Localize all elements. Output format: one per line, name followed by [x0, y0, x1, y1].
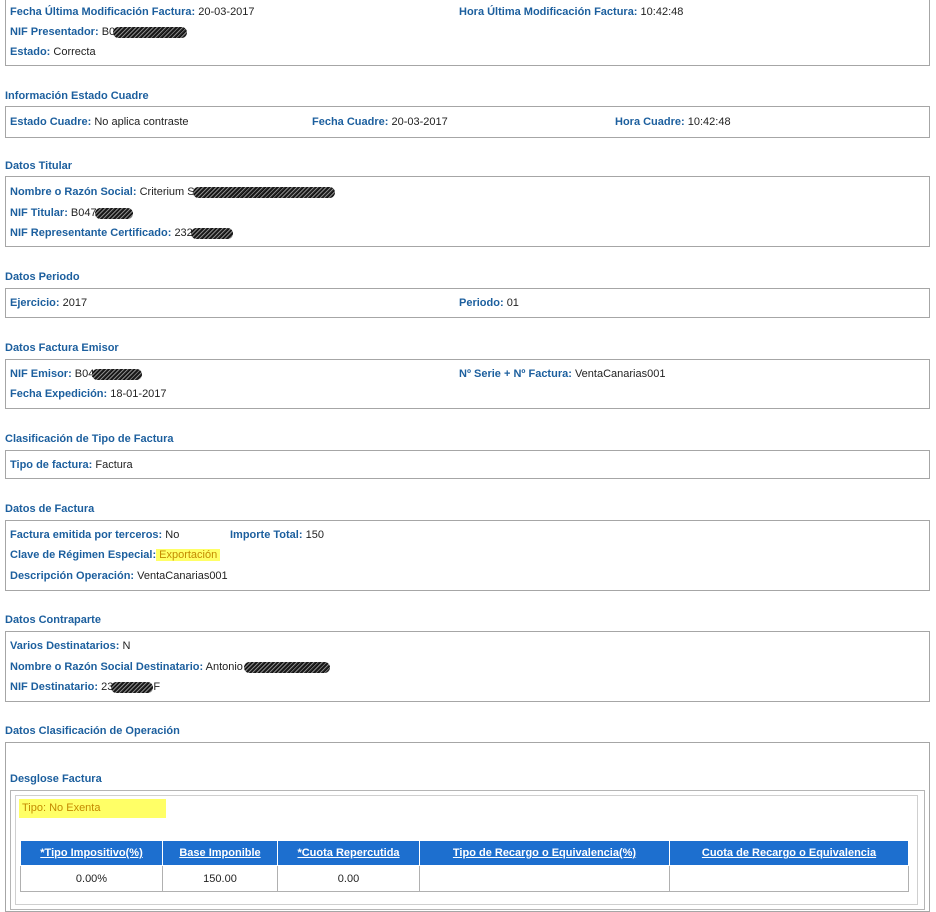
- contraparte-box: Varios Destinatarios: N Nombre o Razón S…: [5, 631, 930, 702]
- periodo-value: 01: [506, 297, 519, 309]
- hora-modificacion-value: 10:42:48: [640, 6, 684, 18]
- tipo-factura-value: Factura: [95, 459, 133, 471]
- fecha-expedicion-value: 18-01-2017: [110, 388, 167, 400]
- tipo-factura-label: Tipo de factura:: [10, 459, 93, 471]
- terceros-label: Factura emitida por terceros:: [10, 529, 163, 541]
- hora-modificacion-label: Hora Última Modificación Factura:: [459, 6, 638, 18]
- fecha-modificacion-label: Fecha Última Modificación Factura:: [10, 6, 196, 18]
- col-tipo-recargo[interactable]: Tipo de Recargo o Equivalencia(%): [419, 840, 670, 866]
- emisor-title: Datos Factura Emisor: [5, 342, 119, 354]
- redaction-mark: [111, 681, 154, 693]
- serie-factura-value: VentaCanarias001: [574, 368, 666, 380]
- clasificacion-title: Clasificación de Tipo de Factura: [5, 433, 174, 445]
- factura-box: Factura emitida por terceros: No Importe…: [5, 520, 930, 591]
- desglose-inner-inner-box: Tipo: No Exenta *Tipo Impositivo(%) Base…: [15, 795, 918, 905]
- tipo-exencion-label: Tipo:: [22, 802, 47, 814]
- nif-titular-value: B047: [70, 207, 97, 219]
- cell-cuota-repercutida: 0.00: [277, 865, 420, 892]
- varios-destinatarios-value: N: [122, 640, 131, 652]
- col-cuota-repercutida[interactable]: *Cuota Repercutida: [277, 840, 420, 866]
- clave-regimen-value: Exportación: [156, 549, 221, 561]
- redaction-mark: [92, 368, 143, 380]
- estado-cuadre-value: No aplica contraste: [94, 116, 189, 128]
- serie-factura-label: Nº Serie + Nº Factura:: [459, 368, 572, 380]
- nif-destinatario-suffix: F: [153, 681, 161, 693]
- estado-label: Estado:: [10, 46, 51, 58]
- estado-cuadre-box: Estado Cuadre: No aplica contraste Fecha…: [5, 106, 930, 138]
- operacion-box: Desglose Factura Tipo: No Exenta *Tipo I…: [5, 742, 930, 912]
- nif-emisor-label: NIF Emisor:: [10, 368, 72, 380]
- nif-representante-label: NIF Representante Certificado:: [10, 227, 172, 239]
- cell-tipo-recargo: [419, 865, 670, 892]
- emisor-box: NIF Emisor: B04 Nº Serie + Nº Factura: V…: [5, 359, 930, 409]
- estado-cuadre-label: Estado Cuadre:: [10, 116, 92, 128]
- estado-cuadre-title: Información Estado Cuadre: [5, 90, 149, 102]
- desglose-inner-box: Tipo: No Exenta *Tipo Impositivo(%) Base…: [10, 790, 925, 910]
- contraparte-title: Datos Contraparte: [5, 614, 101, 626]
- redaction-mark: [94, 207, 133, 219]
- col-cuota-recargo[interactable]: Cuota de Recargo o Equivalencia: [669, 840, 909, 866]
- varios-destinatarios-label: Varios Destinatarios:: [10, 640, 120, 652]
- periodo-box: Ejercicio: 2017 Periodo: 01: [5, 288, 930, 318]
- importe-total-label: Importe Total:: [230, 529, 303, 541]
- nombre-titular-label: Nombre o Razón Social:: [10, 186, 137, 198]
- redaction-mark: [243, 661, 330, 673]
- header-info-box: Fecha Última Modificación Factura: 20-03…: [5, 0, 930, 66]
- descripcion-label: Descripción Operación:: [10, 570, 135, 582]
- fecha-cuadre-value: 20-03-2017: [391, 116, 448, 128]
- cell-base-imponible: 150.00: [162, 865, 278, 892]
- periodo-label: Periodo:: [459, 297, 504, 309]
- terceros-value: No: [165, 529, 180, 541]
- desglose-header-row: *Tipo Impositivo(%) Base Imponible *Cuot…: [20, 840, 909, 866]
- redaction-mark: [113, 26, 188, 38]
- nombre-destinatario-value: Antonio: [205, 661, 243, 673]
- ejercicio-value: 2017: [62, 297, 88, 309]
- nombre-destinatario-label: Nombre o Razón Social Destinatario:: [10, 661, 204, 673]
- hora-cuadre-label: Hora Cuadre:: [615, 116, 685, 128]
- importe-total-value: 150: [305, 529, 324, 541]
- fecha-cuadre-label: Fecha Cuadre:: [312, 116, 389, 128]
- hora-cuadre-value: 10:42:48: [687, 116, 731, 128]
- desglose-title: Desglose Factura: [10, 773, 102, 785]
- cell-tipo-impositivo: 0.00%: [20, 865, 163, 892]
- titular-title: Datos Titular: [5, 160, 73, 172]
- nombre-titular-value: Criterium S: [139, 186, 195, 198]
- operacion-title: Datos Clasificación de Operación: [5, 725, 180, 737]
- fecha-expedicion-label: Fecha Expedición:: [10, 388, 108, 400]
- titular-box: Nombre o Razón Social: Criterium S NIF T…: [5, 176, 930, 247]
- col-base-imponible[interactable]: Base Imponible: [162, 840, 278, 866]
- descripcion-value: VentaCanarias001: [137, 570, 228, 582]
- clasificacion-box: Tipo de factura: Factura: [5, 450, 930, 479]
- estado-value: Correcta: [53, 46, 96, 58]
- fecha-modificacion-value: 20-03-2017: [198, 6, 255, 18]
- nif-destinatario-label: NIF Destinatario:: [10, 681, 99, 693]
- desglose-table: *Tipo Impositivo(%) Base Imponible *Cuot…: [20, 840, 909, 892]
- col-tipo-impositivo[interactable]: *Tipo Impositivo(%): [20, 840, 163, 866]
- nif-presentador-label: NIF Presentador:: [10, 26, 99, 38]
- nif-titular-label: NIF Titular:: [10, 207, 68, 219]
- redaction-mark: [190, 227, 233, 239]
- cell-cuota-recargo: [669, 865, 909, 892]
- redaction-mark: [192, 186, 335, 198]
- factura-title: Datos de Factura: [5, 503, 95, 515]
- table-row: 0.00% 150.00 0.00: [20, 865, 909, 892]
- tipo-exencion: Tipo: No Exenta: [19, 799, 166, 818]
- clave-regimen-label: Clave de Régimen Especial:: [10, 549, 157, 561]
- tipo-exencion-value: No Exenta: [49, 802, 101, 814]
- periodo-title: Datos Periodo: [5, 271, 80, 283]
- ejercicio-label: Ejercicio:: [10, 297, 60, 309]
